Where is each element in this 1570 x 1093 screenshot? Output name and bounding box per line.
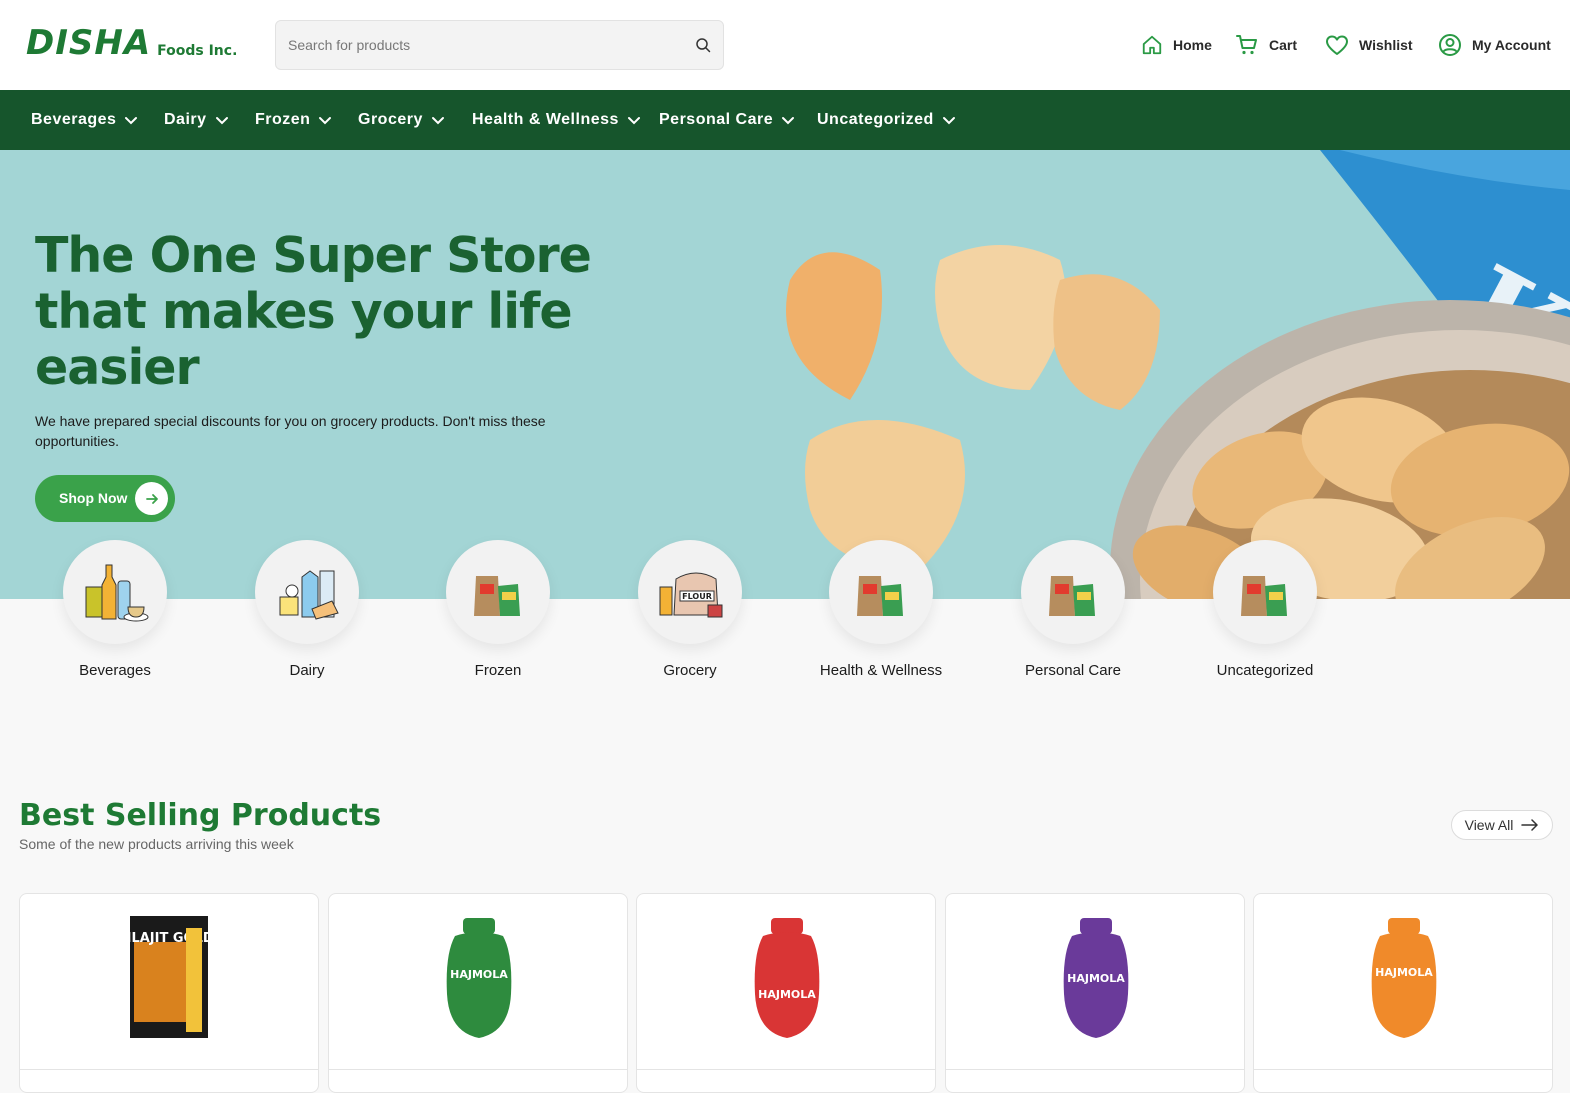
nav-wishlist[interactable]: Wishlist — [1325, 30, 1413, 60]
grocery-bag-icon — [829, 540, 933, 644]
product-card[interactable]: HAJMOLA — [636, 893, 936, 1093]
nav-home[interactable]: Home — [1141, 30, 1212, 60]
nav-home-label: Home — [1173, 37, 1212, 53]
heart-icon — [1326, 35, 1348, 55]
product-image: SHILAJIT GOLD — [120, 916, 214, 1038]
category-tile-health-wellness[interactable]: Health & Wellness — [786, 540, 976, 679]
card-divider — [329, 1069, 627, 1070]
svg-text:FLOUR: FLOUR — [682, 592, 712, 601]
menu-dairy-label: Dairy — [164, 111, 207, 128]
nav-wishlist-label: Wishlist — [1359, 37, 1413, 53]
nav-account-label: My Account — [1472, 37, 1551, 53]
brand-suffix: Foods Inc. — [157, 43, 238, 59]
menu-uncategorized[interactable]: Uncategorized — [817, 90, 956, 150]
product-label: HAJMOLA — [450, 968, 508, 981]
view-all-label: View All — [1464, 817, 1514, 833]
category-tile-label: Health & Wellness — [819, 662, 943, 679]
menu-beverages-label: Beverages — [31, 111, 117, 128]
product-card[interactable]: HAJMOLA — [1253, 893, 1553, 1093]
grocery-bag-icon — [1213, 540, 1317, 644]
flour-icon: FLOUR — [638, 540, 742, 644]
category-tile-label: Frozen — [474, 662, 522, 679]
menu-health-wellness[interactable]: Health & Wellness — [472, 90, 641, 150]
product-card[interactable]: HAJMOLA — [328, 893, 628, 1093]
brand-name: DISHA — [26, 23, 152, 63]
product-card[interactable]: SHILAJIT GOLD — [19, 893, 319, 1093]
product-label: HAJMOLA — [1375, 966, 1433, 979]
category-tile-grocery[interactable]: FLOUR Grocery — [595, 540, 785, 679]
menu-health-wellness-label: Health & Wellness — [472, 111, 619, 128]
menu-dairy[interactable]: Dairy — [164, 90, 229, 150]
nav-account[interactable]: My Account — [1438, 30, 1551, 60]
product-image: HAJMOLA — [1371, 918, 1437, 1038]
category-tile-uncategorized[interactable]: Uncategorized — [1170, 540, 1360, 679]
grocery-bag-icon — [446, 540, 550, 644]
shop-now-label: Shop Now — [59, 490, 128, 506]
section-title: Best Selling Products — [19, 798, 382, 833]
arrow-right-icon — [135, 482, 168, 515]
menu-personal-care[interactable]: Personal Care — [659, 90, 795, 150]
search-input[interactable] — [288, 21, 688, 69]
category-tile-dairy[interactable]: Dairy — [212, 540, 402, 679]
arrow-right-icon — [1521, 819, 1539, 831]
dairy-icon — [255, 540, 359, 644]
hero-subtitle: We have prepared special discounts for y… — [35, 413, 546, 449]
hero-banner: K The One Super Store that makes your li… — [0, 150, 1570, 599]
chevron-down-icon — [782, 117, 795, 125]
product-image: HAJMOLA — [446, 918, 512, 1038]
menu-grocery-label: Grocery — [358, 111, 423, 128]
card-divider — [946, 1069, 1244, 1070]
search-bar — [275, 20, 724, 70]
category-tile-beverages[interactable]: Beverages — [20, 540, 210, 679]
site-header: DISHA Foods Inc. Home Cart Wishlist My A… — [0, 0, 1570, 90]
beverages-icon — [63, 540, 167, 644]
chevron-down-icon — [627, 117, 640, 125]
category-tiles: Beverages Dairy Frozen FLOUR Grocery Hea… — [0, 540, 1570, 690]
menu-personal-care-label: Personal Care — [659, 111, 774, 128]
menu-uncategorized-label: Uncategorized — [817, 111, 934, 128]
search-icon[interactable] — [695, 37, 711, 53]
category-menu-bar: Beverages Dairy Frozen Grocery Health & … — [0, 90, 1570, 150]
chevron-down-icon — [215, 117, 228, 125]
hero-title: The One Super Store that makes your life… — [35, 227, 592, 396]
product-label: HAJMOLA — [1067, 972, 1125, 985]
card-divider — [637, 1069, 935, 1070]
menu-grocery[interactable]: Grocery — [358, 90, 445, 150]
card-divider — [1254, 1069, 1552, 1070]
brand-logo[interactable]: DISHA Foods Inc. — [26, 26, 237, 60]
cart-icon — [1236, 35, 1257, 55]
category-tile-personal-care[interactable]: Personal Care — [978, 540, 1168, 679]
category-tile-frozen[interactable]: Frozen — [403, 540, 593, 679]
product-label: HAJMOLA — [758, 988, 816, 1001]
category-tile-label: Uncategorized — [1216, 662, 1314, 679]
view-all-button[interactable]: View All — [1451, 810, 1553, 840]
product-card[interactable]: HAJMOLA — [945, 893, 1245, 1093]
category-tile-label: Grocery — [663, 662, 717, 679]
section-subtitle: Some of the new products arriving this w… — [19, 836, 294, 852]
nav-cart-label: Cart — [1269, 37, 1298, 53]
chevron-down-icon — [125, 117, 138, 125]
shop-now-button[interactable]: Shop Now — [35, 475, 175, 522]
hero-chips-image: K — [786, 150, 1570, 599]
product-image: HAJMOLA — [754, 918, 820, 1038]
category-tile-label: Beverages — [79, 662, 151, 679]
chevron-down-icon — [319, 117, 332, 125]
menu-frozen[interactable]: Frozen — [255, 90, 332, 150]
category-tile-label: Dairy — [289, 662, 325, 679]
category-tile-label: Personal Care — [1025, 662, 1121, 679]
chevron-down-icon — [942, 117, 955, 125]
card-divider — [20, 1069, 318, 1070]
grocery-bag-icon — [1021, 540, 1125, 644]
menu-beverages[interactable]: Beverages — [31, 90, 138, 150]
chevron-down-icon — [431, 117, 444, 125]
product-image: HAJMOLA — [1063, 918, 1129, 1038]
user-icon — [1439, 34, 1461, 56]
nav-cart[interactable]: Cart — [1235, 30, 1297, 60]
menu-frozen-label: Frozen — [255, 111, 311, 128]
home-icon — [1142, 35, 1162, 55]
